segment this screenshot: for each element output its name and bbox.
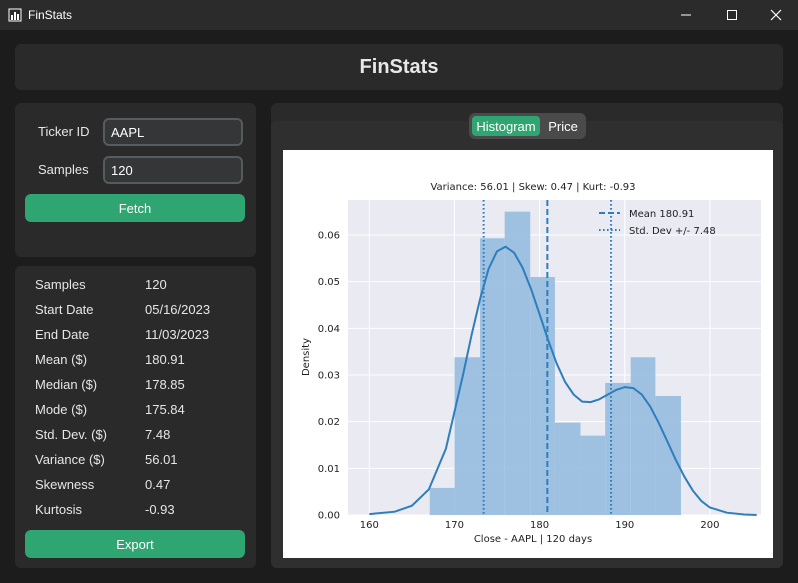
stat-row-start-date: Start Date 05/16/2023 xyxy=(35,300,245,320)
stat-row-std-dev: Std. Dev. ($) 7.48 xyxy=(35,425,245,445)
close-button[interactable] xyxy=(753,0,798,30)
stat-value: 56.01 xyxy=(145,452,178,467)
stat-value: 180.91 xyxy=(145,352,185,367)
stat-row-kurtosis: Kurtosis -0.93 xyxy=(35,500,245,520)
input-panel: Ticker ID Samples Fetch xyxy=(15,103,256,257)
stat-row-mean: Mean ($) 180.91 xyxy=(35,350,245,370)
stat-value: 0.47 xyxy=(145,477,171,492)
stat-label: Samples xyxy=(35,277,86,292)
minimize-icon xyxy=(681,14,691,16)
stat-value: 7.48 xyxy=(145,427,171,442)
stat-label: End Date xyxy=(35,327,90,342)
stat-row-skewness: Skewness 0.47 xyxy=(35,475,245,495)
ticker-input[interactable] xyxy=(103,118,243,146)
stat-row-median: Median ($) 178.85 xyxy=(35,375,245,395)
tab-price[interactable]: Price xyxy=(543,116,583,136)
histogram-bar xyxy=(454,357,480,515)
stat-value: 178.85 xyxy=(145,377,185,392)
stat-row-samples: Samples 120 xyxy=(35,275,245,295)
stat-row-mode: Mode ($) 175.84 xyxy=(35,400,245,420)
y-tick-label: 0.04 xyxy=(318,324,340,335)
export-button[interactable]: Export xyxy=(25,530,245,558)
stat-row-variance: Variance ($) 56.01 xyxy=(35,450,245,470)
legend-mean-label: Mean 180.91 xyxy=(629,209,694,220)
window-titlebar: FinStats xyxy=(0,0,798,30)
y-tick-label: 0.00 xyxy=(318,511,340,522)
histogram-bar xyxy=(554,422,581,515)
y-tick-label: 0.03 xyxy=(318,371,340,382)
y-tick-label: 0.01 xyxy=(318,464,340,475)
stat-label: Std. Dev. ($) xyxy=(35,427,108,442)
stat-value: 120 xyxy=(145,277,167,292)
stat-label: Start Date xyxy=(35,302,94,317)
histogram-bar xyxy=(530,277,555,515)
ticker-label: Ticker ID xyxy=(38,124,90,139)
stat-value: 175.84 xyxy=(145,402,185,417)
histogram-bar xyxy=(429,487,455,515)
maximize-icon xyxy=(727,10,737,20)
tab-selector: Histogram Price xyxy=(469,113,586,139)
header-frame: FinStats xyxy=(15,44,783,90)
stat-label: Kurtosis xyxy=(35,502,82,517)
x-tick-label: 160 xyxy=(360,520,379,531)
histogram-chart: 0.00 0.01 0.02 0.03 0.04 0.05 0.06 160 170 180 190… xyxy=(301,182,761,545)
page-title: FinStats xyxy=(359,55,439,78)
histogram-bar xyxy=(655,396,681,515)
stat-value: -0.93 xyxy=(145,502,175,517)
x-axis-label: Close - AAPL | 120 days xyxy=(474,534,592,545)
y-tick-label: 0.06 xyxy=(318,231,340,242)
close-icon xyxy=(770,9,782,21)
y-axis-label: Density xyxy=(301,338,312,376)
tab-histogram[interactable]: Histogram xyxy=(472,116,540,136)
y-tick-label: 0.05 xyxy=(318,277,340,288)
stat-value: 11/03/2023 xyxy=(145,327,210,342)
stat-label: Mode ($) xyxy=(35,402,88,417)
stat-label: Skewness xyxy=(35,477,95,492)
samples-label: Samples xyxy=(38,162,89,177)
chart-title: Variance: 56.01 | Skew: 0.47 | Kurt: -0.… xyxy=(430,182,635,193)
bar-chart-icon xyxy=(8,8,22,22)
stat-row-end-date: End Date 11/03/2023 xyxy=(35,325,245,345)
x-tick-label: 180 xyxy=(530,520,549,531)
samples-input[interactable] xyxy=(103,156,243,184)
minimize-button[interactable] xyxy=(663,0,709,30)
stats-panel: Samples 120 Start Date 05/16/2023 End Da… xyxy=(15,266,256,568)
stat-label: Median ($) xyxy=(35,377,98,392)
window-title: FinStats xyxy=(28,8,73,22)
maximize-button[interactable] xyxy=(709,0,755,30)
x-tick-label: 190 xyxy=(615,520,634,531)
stat-value: 05/16/2023 xyxy=(145,302,211,317)
histogram-canvas: 0.00 0.01 0.02 0.03 0.04 0.05 0.06 160 170 180 190… xyxy=(283,150,773,558)
stat-label: Mean ($) xyxy=(35,352,88,367)
histogram-bar xyxy=(630,357,656,515)
histogram-bar xyxy=(580,435,606,515)
histogram-bar xyxy=(605,382,631,515)
x-tick-label: 170 xyxy=(445,520,464,531)
stat-label: Variance ($) xyxy=(35,452,105,467)
legend-std-label: Std. Dev +/- 7.48 xyxy=(629,226,716,237)
fetch-button[interactable]: Fetch xyxy=(25,194,245,222)
y-tick-label: 0.02 xyxy=(318,417,340,428)
x-tick-label: 200 xyxy=(700,520,719,531)
